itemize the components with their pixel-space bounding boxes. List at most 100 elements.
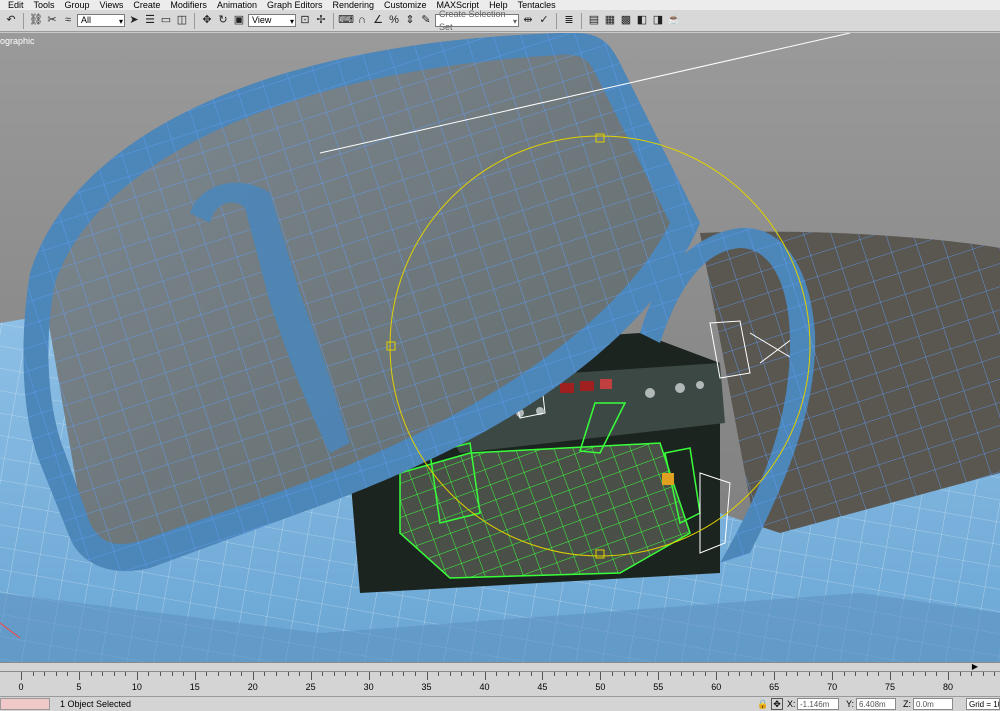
select-object-icon[interactable]: ➤ xyxy=(127,14,141,28)
timeline-tick xyxy=(936,672,938,676)
timeline-tick xyxy=(646,672,648,676)
toolbar-separator xyxy=(556,12,557,29)
timeline-tick-label: 80 xyxy=(942,682,954,692)
select-move-icon[interactable]: ✥ xyxy=(200,14,214,28)
z-label: Z: xyxy=(903,699,911,709)
timeline-tick xyxy=(380,672,382,676)
x-coordinate-field[interactable]: -1.146m xyxy=(797,698,839,710)
percent-snap-icon[interactable]: % xyxy=(387,14,401,28)
timeline-tick-label: 45 xyxy=(537,682,548,692)
schematic-view-icon[interactable]: ▦ xyxy=(603,14,617,28)
timeline-tick xyxy=(901,672,903,676)
named-selection-value: Create Selection Set xyxy=(439,8,506,32)
edit-named-selection-icon[interactable]: ✎ xyxy=(419,14,433,28)
render-setup-icon[interactable]: ◧ xyxy=(635,14,649,28)
timeline-tick xyxy=(785,672,787,676)
menu-edit[interactable]: Edit xyxy=(0,0,29,10)
menu-modifiers[interactable]: Modifiers xyxy=(165,0,212,10)
select-rotate-icon[interactable]: ↻ xyxy=(216,14,230,28)
render-frame-icon[interactable]: ◨ xyxy=(651,14,665,28)
snaps-toggle-icon[interactable]: ∩ xyxy=(355,14,369,28)
menu-tentacles[interactable]: Tentacles xyxy=(513,0,561,10)
select-scale-icon[interactable]: ▣ xyxy=(232,14,246,28)
timeline-tick-label: 20 xyxy=(247,682,258,692)
viewport-scene[interactable] xyxy=(0,33,1000,662)
timeline-tick xyxy=(948,672,949,680)
angle-snap-icon[interactable]: ∠ xyxy=(371,14,385,28)
timeline-tick xyxy=(565,672,567,676)
timeline-tick xyxy=(333,672,335,676)
chevron-down-icon: ▾ xyxy=(118,17,123,26)
timeline-tick xyxy=(206,672,208,676)
unlink-icon[interactable]: ✂ xyxy=(45,14,59,28)
timeline-tick xyxy=(484,672,486,680)
timeline-tick xyxy=(357,672,359,676)
timeline-tick xyxy=(322,672,324,676)
timeline-tick xyxy=(507,672,509,676)
timeline-tick-label: 25 xyxy=(305,682,316,692)
timeline-tick xyxy=(113,672,115,676)
undo-icon[interactable]: ↶ xyxy=(4,14,18,28)
timeline-tick xyxy=(67,672,69,676)
timeline-tick xyxy=(403,672,405,676)
timeline-tick xyxy=(774,672,776,680)
timeline-tick xyxy=(102,672,104,676)
timeline-tick xyxy=(635,672,637,676)
menu-animation[interactable]: Animation xyxy=(212,0,262,10)
timeline-tick xyxy=(44,672,46,676)
quick-render-icon[interactable]: ☕ xyxy=(667,14,681,28)
timeline-tick xyxy=(600,672,602,680)
selection-filter-dropdown[interactable]: All ▾ xyxy=(77,14,125,27)
menu-create[interactable]: Create xyxy=(128,0,165,10)
use-pivot-icon[interactable]: ⊡ xyxy=(298,14,312,28)
rect-selection-icon[interactable]: ▭ xyxy=(159,14,173,28)
timeline-tick xyxy=(739,672,741,676)
timeline-tick xyxy=(78,672,80,680)
z-coordinate-field[interactable]: 0.0m xyxy=(913,698,953,710)
timeline-tick xyxy=(160,672,162,676)
menu-views[interactable]: Views xyxy=(95,0,129,10)
material-editor-icon[interactable]: ▩ xyxy=(619,14,633,28)
lock-icon[interactable]: 🔒 xyxy=(757,698,769,710)
reference-coord-dropdown[interactable]: View ▾ xyxy=(248,14,296,27)
maxscript-listener[interactable] xyxy=(0,698,50,710)
time-slider[interactable]: ▶ xyxy=(0,662,1000,672)
curve-editor-icon[interactable]: ▤ xyxy=(587,14,601,28)
toolbar-separator xyxy=(23,12,24,29)
menu-tools[interactable]: Tools xyxy=(29,0,60,10)
timeline-tick xyxy=(345,672,347,676)
menu-graph-editors[interactable]: Graph Editors xyxy=(262,0,328,10)
timeline-tick xyxy=(229,672,231,676)
keyboard-shortcut-icon[interactable]: ⌨ xyxy=(338,14,354,28)
timeline-tick-label: 10 xyxy=(131,682,142,692)
menu-customize[interactable]: Customize xyxy=(379,0,432,10)
select-by-name-icon[interactable]: ☰ xyxy=(143,14,157,28)
mirror-icon[interactable]: ⇹ xyxy=(521,14,535,28)
timeline-tick xyxy=(472,672,474,676)
absolute-mode-icon[interactable]: ✥ xyxy=(771,698,783,710)
grid-spacing: Grid = 10 xyxy=(966,698,1000,710)
menu-group[interactable]: Group xyxy=(60,0,95,10)
spinner-snap-icon[interactable]: ⇕ xyxy=(403,14,417,28)
viewport-label[interactable]: ographic xyxy=(0,36,35,46)
layer-manager-icon[interactable]: ≣ xyxy=(562,14,576,28)
bind-spacewarp-icon[interactable]: ≈ xyxy=(61,14,75,28)
seat-handle xyxy=(662,473,674,485)
timeline-tick-label: 65 xyxy=(769,682,780,692)
select-link-icon[interactable]: ⛓ xyxy=(29,14,43,28)
timeline-tick xyxy=(751,672,752,676)
timeline-tick-label: 5 xyxy=(76,682,82,692)
select-manipulate-icon[interactable]: ✢ xyxy=(314,14,328,28)
y-coordinate-field[interactable]: 6.408m xyxy=(856,698,896,710)
align-icon[interactable]: ✓ xyxy=(537,14,551,28)
selection-status: 1 Object Selected xyxy=(60,699,132,709)
y-label: Y: xyxy=(846,699,855,709)
timeline-tick-label: 70 xyxy=(827,682,838,692)
track-bar[interactable]: 0 5 10 15 20 25 30 35 40 45 50 55 60 65 70 75 80 xyxy=(0,672,1000,696)
perspective-viewport[interactable]: ographic xyxy=(0,33,1000,662)
timeline-tick xyxy=(924,672,926,676)
named-selection-dropdown[interactable]: Create Selection Set ▾ xyxy=(435,9,519,32)
menu-rendering[interactable]: Rendering xyxy=(328,0,380,10)
chevron-right-icon[interactable]: ▶ xyxy=(972,663,978,671)
window-crossing-icon[interactable]: ◫ xyxy=(175,14,189,28)
